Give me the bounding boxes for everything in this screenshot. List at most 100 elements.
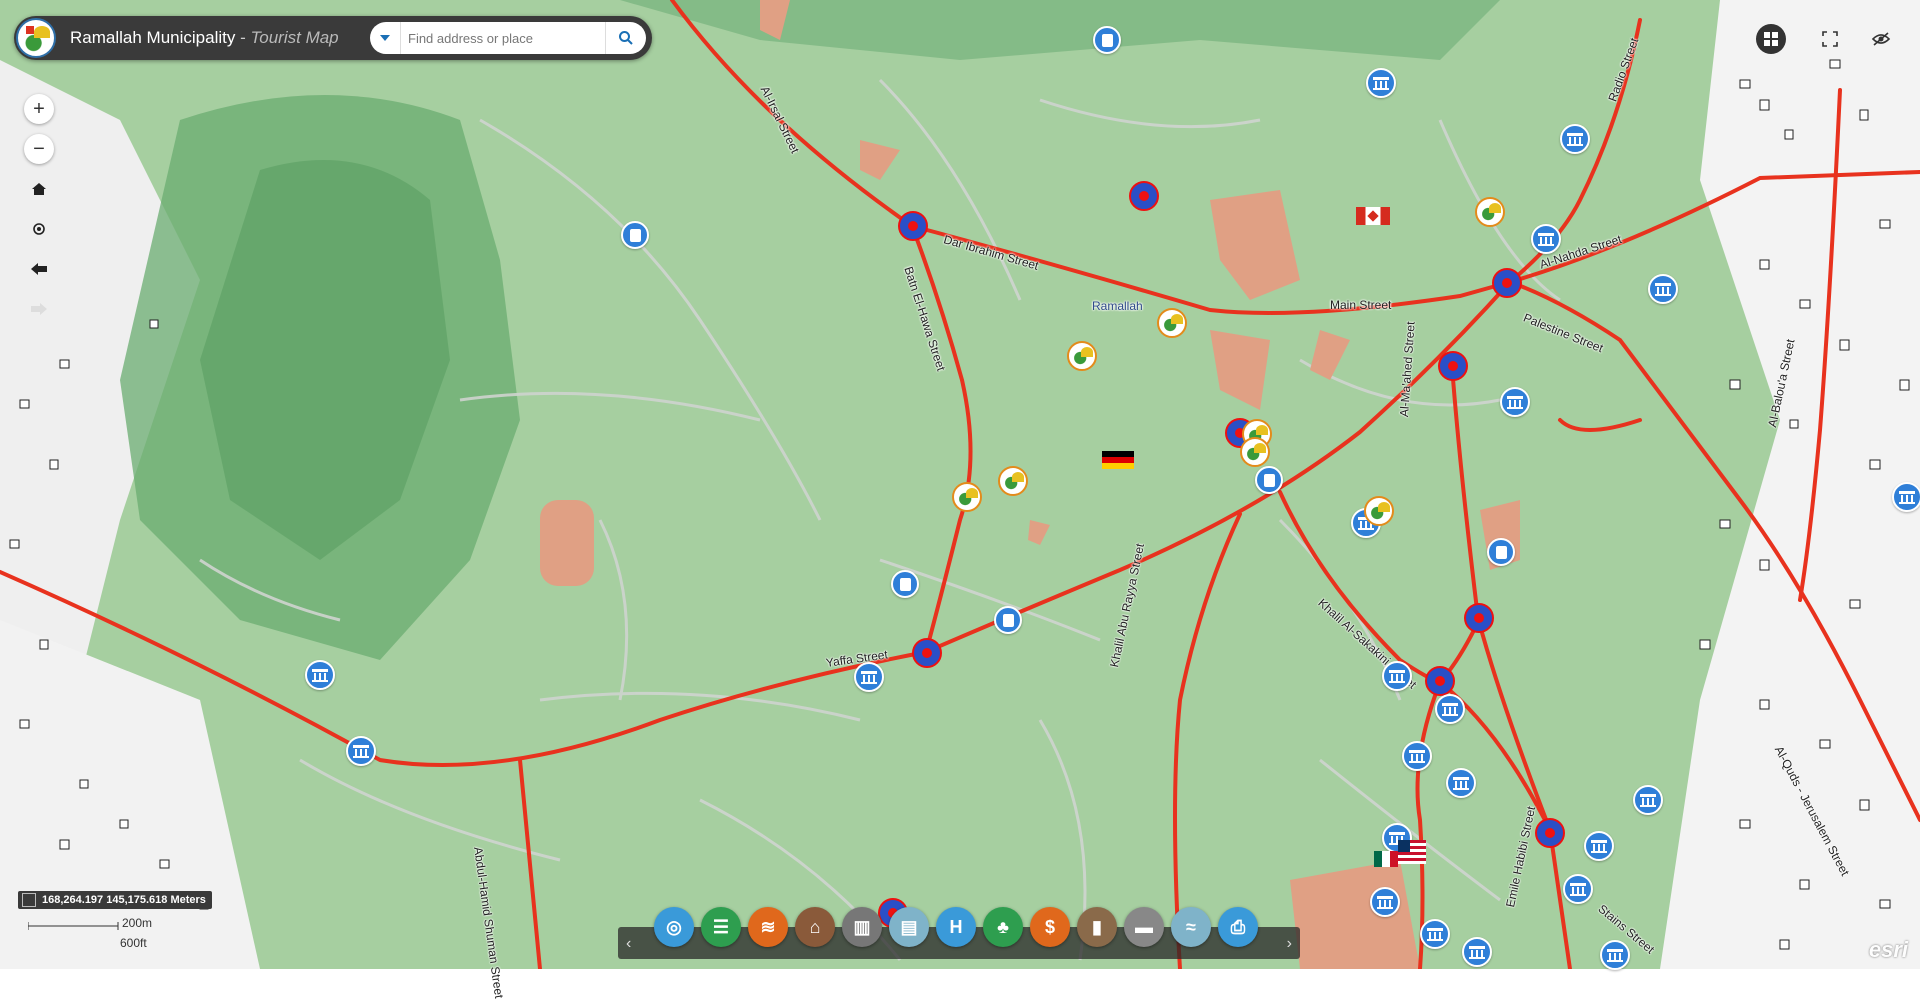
intersection-marker[interactable] — [912, 638, 942, 668]
hide-panels-button[interactable] — [1862, 20, 1900, 58]
heritage-button[interactable]: ▤ — [889, 907, 929, 947]
service-icon: ▮ — [1092, 916, 1102, 937]
services-button[interactable]: ▮ — [1077, 907, 1117, 947]
museum-icon[interactable] — [1584, 831, 1614, 861]
museum-icon[interactable] — [1633, 785, 1663, 815]
app-header: Ramallah Municipality - Tourist Map — [14, 16, 652, 60]
parks-button[interactable]: ♣ — [983, 907, 1023, 947]
home-button[interactable] — [26, 176, 52, 202]
museum-icon[interactable] — [305, 660, 335, 690]
map-canvas[interactable]: Ramallah Al-Irsal Street Dar Ibrahim Str… — [0, 0, 1920, 999]
print-button[interactable]: ⎙ — [1218, 907, 1258, 947]
intersection-marker[interactable] — [1464, 603, 1494, 633]
layers-button[interactable]: ≋ — [748, 907, 788, 947]
search-button[interactable] — [605, 22, 646, 54]
park-icon: ♣ — [997, 916, 1009, 937]
museum-icon[interactable] — [1462, 937, 1492, 967]
info-icon[interactable] — [1093, 26, 1121, 54]
municipality-icon[interactable] — [952, 482, 982, 512]
info-icon[interactable] — [891, 570, 919, 598]
municipality-icon[interactable] — [1157, 308, 1187, 338]
minus-icon: − — [33, 137, 45, 160]
scale-metric: 200m — [122, 916, 153, 930]
municipality-icon[interactable] — [1240, 437, 1270, 467]
title-subtitle: Tourist Map — [250, 28, 339, 47]
municipality-logo — [16, 18, 56, 58]
museum-icon[interactable] — [1382, 661, 1412, 691]
municipality-icon[interactable] — [1067, 341, 1097, 371]
search-source-dropdown[interactable] — [370, 22, 401, 54]
locate-icon — [33, 223, 45, 235]
attractions-button[interactable]: ▥ — [842, 907, 882, 947]
hotel-icon: ▬ — [1135, 916, 1153, 937]
heritage-icon: ▤ — [900, 916, 918, 937]
hospital-icon: H — [949, 916, 963, 937]
basemap-gallery-button[interactable]: ◎ — [654, 907, 694, 947]
museum-icon[interactable] — [1366, 68, 1396, 98]
museum-icon[interactable] — [1563, 874, 1593, 904]
attraction-icon: ▥ — [853, 916, 871, 937]
dock-prev-button[interactable]: ‹ — [626, 935, 631, 953]
museum-icon[interactable] — [1600, 940, 1630, 970]
search-input[interactable] — [404, 22, 600, 54]
legend-button[interactable]: ☰ — [701, 907, 741, 947]
museum-icon[interactable] — [1435, 694, 1465, 724]
museum-icon[interactable] — [854, 662, 884, 692]
museum-icon[interactable] — [1560, 124, 1590, 154]
intersection-marker[interactable] — [1438, 351, 1468, 381]
routes-button[interactable]: ≈ — [1171, 907, 1211, 947]
zoom-out-button[interactable]: − — [24, 134, 54, 164]
hospitals-button[interactable]: H — [936, 907, 976, 947]
title-main: Ramallah Municipality — [70, 28, 236, 47]
previous-extent-button[interactable] — [26, 256, 52, 282]
germany-flag-icon[interactable] — [1102, 451, 1134, 469]
museum-icon[interactable] — [1648, 274, 1678, 304]
route-icon: ≈ — [1186, 916, 1196, 937]
zoom-in-button[interactable]: + — [24, 94, 54, 124]
mexico-flag-icon[interactable] — [1374, 851, 1398, 867]
locate-button[interactable] — [26, 216, 52, 242]
municipality-icon[interactable] — [998, 466, 1028, 496]
dock-next-button[interactable]: › — [1287, 935, 1292, 953]
museum-icon[interactable] — [1446, 768, 1476, 798]
next-extent-button[interactable] — [26, 296, 52, 322]
museum-icon[interactable] — [1892, 482, 1920, 512]
municipality-icon[interactable] — [1364, 496, 1394, 526]
intersection-marker[interactable] — [1492, 268, 1522, 298]
intersection-marker[interactable] — [1425, 666, 1455, 696]
intersection-marker[interactable] — [1129, 181, 1159, 211]
app-title: Ramallah Municipality - Tourist Map — [70, 28, 339, 48]
apps-button[interactable] — [1752, 20, 1790, 58]
museum-icon[interactable] — [1420, 919, 1450, 949]
print-icon: ⎙ — [1230, 916, 1246, 937]
municipality-button[interactable]: ⌂ — [795, 907, 835, 947]
usa-flag-icon[interactable] — [1398, 840, 1426, 864]
intersection-marker[interactable] — [898, 211, 928, 241]
arrow-left-icon — [31, 263, 47, 275]
street-label: Main Street — [1330, 298, 1392, 312]
search-icon — [619, 31, 633, 45]
canada-flag-icon[interactable] — [1356, 207, 1390, 225]
chevron-down-icon — [380, 35, 390, 41]
hotels-button[interactable]: ▬ — [1124, 907, 1164, 947]
home-icon — [32, 183, 46, 195]
info-icon[interactable] — [621, 221, 649, 249]
coordinate-readout: 168,264.197 145,175.618 Meters — [18, 891, 212, 909]
museum-icon[interactable] — [1531, 224, 1561, 254]
intersection-marker[interactable] — [1535, 818, 1565, 848]
fullscreen-button[interactable] — [1811, 20, 1849, 58]
grid-icon — [1756, 24, 1786, 54]
plus-icon: + — [33, 97, 45, 120]
municipality-icon[interactable] — [1475, 197, 1505, 227]
search-box — [370, 22, 646, 54]
esri-logo: esri — [1868, 937, 1908, 962]
info-icon[interactable] — [994, 606, 1022, 634]
museum-icon[interactable] — [1370, 887, 1400, 917]
info-icon[interactable] — [1255, 466, 1283, 494]
info-icon[interactable] — [1487, 538, 1515, 566]
museum-icon[interactable] — [1500, 387, 1530, 417]
banks-button[interactable]: $ — [1030, 907, 1070, 947]
museum-icon[interactable] — [346, 736, 376, 766]
museum-icon[interactable] — [1402, 741, 1432, 771]
arrow-right-icon — [31, 303, 47, 315]
